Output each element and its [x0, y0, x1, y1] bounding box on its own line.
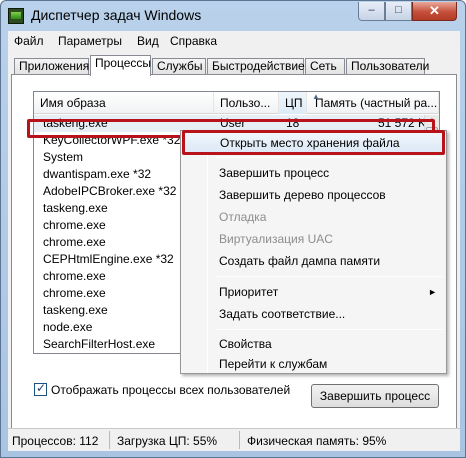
- status-memory-usage: Физическая память: 95%: [247, 434, 387, 448]
- list-header: Имя образа Пользо... ЦП Память (частный …: [34, 92, 439, 114]
- menu-priority-label: Приоритет: [219, 285, 279, 299]
- menu-help[interactable]: Справка: [170, 34, 217, 48]
- process-name: System: [43, 150, 84, 164]
- menu-open-file-location[interactable]: Открыть место хранения файла: [183, 132, 445, 154]
- process-name: taskeng.exe: [43, 201, 108, 215]
- process-name: chrome.exe: [43, 286, 106, 300]
- tab-processes[interactable]: Процессы: [90, 55, 151, 76]
- column-user[interactable]: Пользо...: [214, 92, 279, 114]
- tab-services[interactable]: Службы: [152, 58, 206, 75]
- tab-performance[interactable]: Быстродействие: [207, 58, 305, 75]
- status-bar: Процессов: 112 Загрузка ЦП: 55% Физическ…: [8, 428, 460, 451]
- menu-set-affinity[interactable]: Задать соответствие...: [183, 303, 445, 325]
- process-name: SearchFilterHost.exe: [43, 337, 156, 351]
- window-title: Диспетчер задач Windows: [31, 7, 202, 23]
- menu-separator: [215, 329, 443, 330]
- menu-separator: [215, 276, 443, 277]
- checkbox-checked-icon[interactable]: [34, 381, 47, 396]
- show-all-users-checkbox[interactable]: Отображать процессы всех пользователей: [34, 381, 291, 397]
- menu-separator: [215, 157, 443, 158]
- menu-properties[interactable]: Свойства: [183, 333, 445, 355]
- process-name: chrome.exe: [43, 235, 106, 249]
- menu-create-dump-file[interactable]: Создать файл дампа памяти: [183, 250, 445, 272]
- process-name: node.exe: [43, 320, 93, 334]
- menu-uac-virtualization: Виртуализация UAC: [219, 232, 333, 246]
- context-menu: Открыть место хранения файла Завершить п…: [180, 130, 447, 374]
- menu-view[interactable]: Вид: [137, 34, 159, 48]
- menu-priority[interactable]: Приоритет ►: [183, 281, 445, 303]
- submenu-arrow-icon: ►: [428, 287, 437, 297]
- scroll-up-arrow-icon[interactable]: ▲: [425, 115, 439, 127]
- task-manager-app-icon: [8, 8, 24, 24]
- menu-bar: Файл Параметры Вид Справка: [8, 31, 460, 51]
- menu-debug: Отладка: [219, 210, 267, 224]
- process-name: taskeng.exe: [43, 303, 108, 317]
- tab-users[interactable]: Пользователи: [346, 58, 429, 75]
- status-divider: [109, 431, 110, 449]
- status-cpu-usage: Загрузка ЦП: 55%: [117, 434, 218, 448]
- process-name: chrome.exe: [43, 218, 106, 232]
- process-name: dwantispam.exe *32: [43, 167, 152, 181]
- column-image-name[interactable]: Имя образа: [34, 92, 214, 114]
- menu-file[interactable]: Файл: [14, 34, 44, 48]
- process-name: taskeng.exe: [43, 116, 108, 130]
- title-bar[interactable]: Диспетчер задач Windows – □ ✕: [1, 1, 465, 31]
- process-name: CEPHtmlEngine.exe *32: [43, 252, 174, 266]
- close-button[interactable]: ✕: [412, 2, 457, 21]
- menu-go-to-services[interactable]: Перейти к службам: [183, 353, 445, 375]
- process-name: KeyCollectorWPF.exe *32: [43, 133, 181, 147]
- column-cpu[interactable]: ЦП: [279, 92, 307, 114]
- column-memory[interactable]: Память (частный ра...: [307, 92, 439, 114]
- tab-strip: Приложения Процессы Службы Быстродействи…: [8, 53, 460, 76]
- task-manager-window: Диспетчер задач Windows – □ ✕ Файл Парам…: [0, 0, 466, 458]
- maximize-button[interactable]: □: [385, 2, 412, 21]
- menu-end-process-tree[interactable]: Завершить дерево процессов: [183, 184, 445, 206]
- tab-applications[interactable]: Приложения: [14, 58, 89, 75]
- status-divider: [239, 431, 240, 449]
- show-all-users-label: Отображать процессы всех пользователей: [51, 383, 291, 397]
- end-process-button[interactable]: Завершить процесс: [311, 384, 439, 408]
- sort-arrow-icon: ▲: [312, 92, 320, 101]
- tab-network[interactable]: Сеть: [305, 58, 345, 75]
- menu-options[interactable]: Параметры: [58, 34, 122, 48]
- menu-end-process[interactable]: Завершить процесс: [183, 162, 445, 184]
- minimize-button[interactable]: –: [358, 2, 385, 21]
- process-name: AdobeIPCBroker.exe *32: [43, 184, 177, 198]
- process-name: chrome.exe: [43, 269, 106, 283]
- status-process-count: Процессов: 112: [12, 434, 99, 448]
